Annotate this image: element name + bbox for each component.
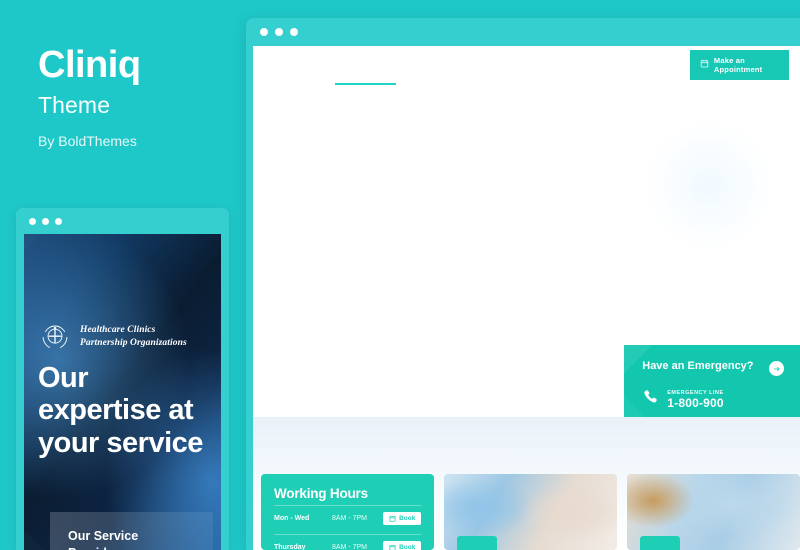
mobile-heading-line3: your service [38,426,203,459]
working-hours-book-button[interactable]: Book [383,511,422,525]
calendar-icon [389,515,396,522]
nav-link-pages[interactable]: PAGES [486,46,551,84]
window-dot-maximize-icon[interactable] [55,217,62,225]
calendar-icon [700,59,709,70]
cliniq-flower-logo-icon [262,54,279,76]
dropdown-item-home-03[interactable]: HOME 03 [338,120,442,138]
hospital-exterior-photo-card[interactable] [627,474,800,550]
working-hours-book-button[interactable]: Book [383,540,422,550]
working-hours-day: Thursday [274,543,306,550]
hero-badge: Healthcare Clinics Partnership Organizat… [269,172,424,208]
working-hours-time: 8AM - 7PM [332,514,368,522]
calendar-check-icon [463,390,479,411]
mobile-badge-line1: Healthcare Clinics [80,325,156,336]
hero-badge-text: Healthcare Clinics Partnership Organizat… [314,176,424,204]
mobile-hero-heading: Our expertise at your service [38,362,218,459]
mobile-card-title: Our Service Providers [68,528,213,550]
working-hours-card: Working Hours Mon - Wed 8AM - 7PM Book T… [261,474,435,550]
dropdown-item-home-02[interactable]: HOME 02 [338,102,442,120]
hero-card-service-providers[interactable]: Our Service Providers [267,345,446,417]
brand-logo[interactable]: cliniq [253,46,323,84]
hero-card-emergency[interactable]: Have an Emergency? EMERGENCY LINE 1-800-… [624,345,800,417]
hero-heading-line1: Our expertise at [269,224,521,263]
dropdown-item-home-04[interactable]: HOME 04 [338,138,442,156]
lower-section: Working Hours Mon - Wed 8AM - 7PM Book T… [253,417,800,550]
emergency-text: EMERGENCY LINE 1-800-900 [667,390,724,410]
brand-name: cliniq [285,58,314,71]
make-appointment-label: Make an Appointment [713,55,763,74]
nav-links: HOME ABOUT PAGES ELEMENTS [323,46,647,85]
hero-badge-line1: Healthcare Clinics [314,177,392,188]
mobile-service-card[interactable]: Our Service Providers [50,512,213,550]
hero-heading-line2: your service [269,263,464,303]
make-appointment-button[interactable]: Make an Appointment [689,49,789,80]
hero-section: cliniq HOME ABOUT PAGES ELEMENTS Make an… [253,46,800,417]
working-hours-title: Working Hours [274,486,368,501]
desktop-chrome-bar [246,18,800,46]
home-dropdown-menu: HOME 01 HOME 02 HOME 03 HOME 04 [338,84,442,156]
window-dot-close-icon[interactable] [29,217,36,225]
mobile-badge-text: Healthcare Clinics Partnership Organizat… [80,324,187,350]
desktop-mockup: cliniq HOME ABOUT PAGES ELEMENTS Make an… [246,18,800,550]
hero-cards: Our Service Providers Book an Appointmen… [267,345,800,417]
user-circle-icon[interactable] [666,56,681,73]
page-title: Cliniq [38,44,141,86]
date-badge-icon [457,536,498,550]
book-label: Book [399,543,416,550]
mobile-card-line1: Our Service [68,529,139,543]
search-icon[interactable] [647,56,658,74]
date-badge-icon [640,536,681,550]
heart-pulse-icon [283,390,299,411]
book-label: Book [399,514,416,522]
promo-block: Cliniq Theme By BoldThemes [38,44,238,149]
working-hours-row: Thursday 8AM - 7PM Book [274,534,422,550]
caduceus-laurel-emblem-icon [269,172,305,208]
hero-card-line2: Providers [283,374,334,387]
hero-card-line2: Appointment [462,374,531,387]
calendar-icon [389,544,396,550]
nav-link-about[interactable]: ABOUT [408,46,474,84]
mobile-badge-line2: Partnership Organizations [80,338,187,348]
working-hours-day: Mon - Wed [274,514,310,522]
nav-link-home[interactable]: HOME [334,46,396,85]
emergency-number[interactable]: 1-800-900 [667,396,724,410]
arrow-right-icon[interactable] [414,361,430,376]
hero-card-book-appointment[interactable]: Book an Appointment [445,345,625,417]
mobile-heading-line1: Our [38,362,89,394]
emergency-line-block: EMERGENCY LINE 1-800-900 [642,388,724,410]
desktop-screen: cliniq HOME ABOUT PAGES ELEMENTS Make an… [253,46,800,550]
window-dot-maximize-icon[interactable] [290,28,298,36]
vaccination-photo-card[interactable] [444,474,618,550]
site-navbar: cliniq HOME ABOUT PAGES ELEMENTS Make an… [253,46,800,85]
working-hours-row: Mon - Wed 8AM - 7PM Book [274,505,422,530]
promo-author: By BoldThemes [38,132,137,149]
navbar-right-group: Make an Appointment [647,49,800,80]
caduceus-laurel-emblem-icon [38,320,72,354]
promo-subtitle: Theme [38,91,111,118]
window-dot-minimize-icon[interactable] [42,217,49,225]
dropdown-item-home-01[interactable]: HOME 01 [338,84,442,102]
nav-link-elements[interactable]: ELEMENTS [563,46,647,84]
mobile-screen: Healthcare Clinics Partnership Organizat… [24,234,221,550]
hero-heading: Our expertise at your service [269,224,619,302]
mobile-hero-badge: Healthcare Clinics Partnership Organizat… [38,320,187,354]
arrow-right-icon[interactable] [769,361,784,376]
window-dot-minimize-icon[interactable] [275,28,283,36]
phone-icon [642,388,659,410]
mobile-mockup: Healthcare Clinics Partnership Organizat… [16,208,229,550]
hero-badge-line2: Partnership Organizations [314,191,424,202]
mobile-card-line2: Providers [68,545,213,550]
mobile-heading-line2: expertise at [38,394,194,427]
working-hours-time: 8AM - 7PM [332,543,368,550]
mobile-chrome-bar [16,208,229,234]
window-dot-close-icon[interactable] [260,28,268,36]
screenshot-root: Cliniq Theme By BoldThemes Healthcare Cl… [0,0,800,550]
